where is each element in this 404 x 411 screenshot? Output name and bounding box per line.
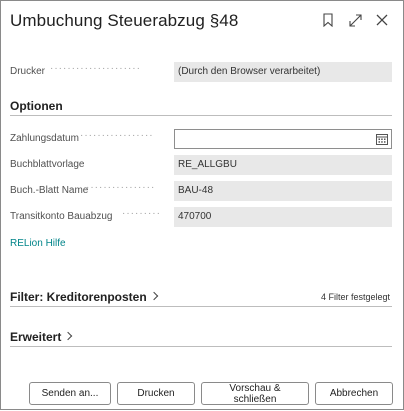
report-request-dialog: Umbuchung Steuerabzug §48 Drucker ······… (0, 0, 404, 410)
transit-account-field[interactable]: 470700 (174, 207, 392, 227)
dialog-title: Umbuchung Steuerabzug §48 (10, 11, 239, 30)
printer-row: Drucker ····················· (Durch den… (10, 62, 392, 82)
dot-leader: ········· (122, 208, 161, 219)
filter-section-header[interactable]: Filter: Kreditorenposten (10, 290, 158, 304)
chevron-right-icon (149, 291, 158, 301)
transit-account-row: Transitkonto Bauabzug ········· 470700 (10, 207, 392, 227)
dot-leader: ················· (80, 130, 154, 141)
help-link[interactable]: RELion Hilfe (10, 238, 66, 249)
bookmark-icon[interactable] (321, 11, 335, 29)
dot-leader: ················ (86, 182, 156, 193)
advanced-section-header[interactable]: Erweitert (10, 330, 73, 344)
title-actions (321, 11, 389, 29)
section-divider (10, 115, 392, 116)
journal-template-label: Buchblattvorlage (10, 159, 85, 170)
section-divider (10, 346, 392, 347)
close-icon[interactable] (375, 11, 389, 29)
journal-batch-field[interactable]: BAU-48 (174, 181, 392, 201)
transit-account-label: Transitkonto Bauabzug (10, 211, 113, 222)
journal-batch-label: Buch.-Blatt Name (10, 185, 89, 196)
dialog-footer: Senden an... Drucken Vorschau & schließe… (1, 366, 404, 411)
printer-label: Drucker (10, 66, 46, 77)
payment-date-label: Zahlungsdatum (10, 133, 79, 144)
expand-icon[interactable] (348, 11, 362, 29)
advanced-section-title: Erweitert (10, 330, 62, 344)
section-divider (10, 306, 392, 307)
print-button[interactable]: Drucken (117, 382, 195, 405)
preview-close-button[interactable]: Vorschau & schließen (201, 382, 309, 405)
filter-status: 4 Filter festgelegt (320, 292, 390, 302)
chevron-right-icon (64, 331, 73, 341)
cancel-button[interactable]: Abbrechen (315, 382, 393, 405)
journal-template-field[interactable]: RE_ALLGBU (174, 155, 392, 175)
payment-date-row: Zahlungsdatum ················· (10, 129, 392, 149)
filter-section-title: Filter: Kreditorenposten (10, 290, 147, 304)
payment-date-input[interactable] (174, 129, 392, 149)
calendar-icon[interactable] (376, 133, 388, 145)
options-section-title[interactable]: Optionen (10, 99, 63, 113)
dot-leader: ····················· (50, 63, 141, 74)
send-to-button[interactable]: Senden an... (29, 382, 111, 405)
printer-field[interactable]: (Durch den Browser verarbeitet) (174, 62, 392, 82)
journal-template-row: Buchblattvorlage RE_ALLGBU (10, 155, 392, 175)
journal-batch-row: Buch.-Blatt Name ················ BAU-48 (10, 181, 392, 201)
